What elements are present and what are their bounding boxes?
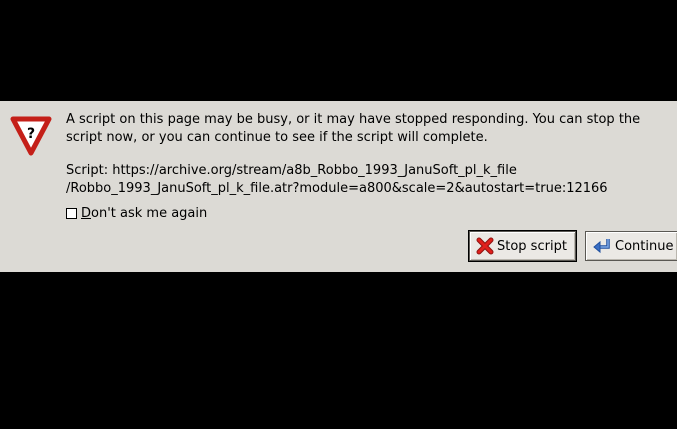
checkbox-box[interactable] bbox=[66, 207, 77, 219]
script-url-line: /Robbo_1993_JanuSoft_pl_k_file.atr?modul… bbox=[66, 181, 608, 196]
mnemonic-letter: D bbox=[81, 205, 92, 221]
dont-ask-again-checkbox[interactable]: Don't ask me again bbox=[66, 205, 207, 221]
svg-text:?: ? bbox=[27, 126, 35, 142]
return-arrow-icon bbox=[593, 239, 610, 254]
label-rest: on't ask me again bbox=[91, 205, 208, 221]
continue-label: Continue bbox=[615, 238, 674, 254]
script-location: Script: https://archive.org/stream/a8b_R… bbox=[66, 162, 608, 198]
message-line: A script on this page may be busy, or it… bbox=[66, 112, 641, 127]
script-url-line: Script: https://archive.org/stream/a8b_R… bbox=[66, 163, 517, 178]
warning-question-icon: ? bbox=[10, 116, 52, 156]
screen: ? A script on this page may be busy, or … bbox=[0, 0, 677, 429]
dont-ask-again-label: Don't ask me again bbox=[81, 206, 207, 221]
unresponsive-script-dialog: ? A script on this page may be busy, or … bbox=[0, 101, 677, 272]
stop-script-label: Stop script bbox=[497, 238, 567, 254]
continue-button[interactable]: Continue bbox=[585, 231, 677, 261]
message-line: script now, or you can continue to see i… bbox=[66, 130, 488, 145]
red-x-icon bbox=[476, 237, 494, 255]
dialog-message: A script on this page may be busy, or it… bbox=[66, 111, 677, 147]
stop-script-button[interactable]: Stop script bbox=[468, 230, 577, 262]
